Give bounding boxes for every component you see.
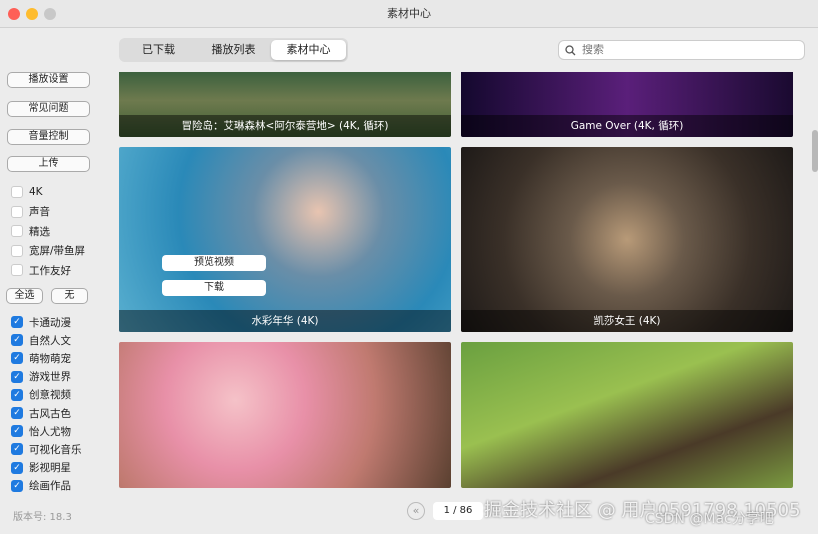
checkbox-label: 自然人文 bbox=[29, 334, 71, 347]
filter-checkbox[interactable]: 工作友好 bbox=[11, 262, 71, 278]
checkbox-label: 创意视频 bbox=[29, 389, 71, 402]
checkbox[interactable] bbox=[11, 225, 23, 237]
tab-material-center[interactable]: 素材中心 bbox=[271, 40, 346, 60]
close-button[interactable] bbox=[8, 8, 20, 20]
category-checkbox[interactable]: ✓ 卡通动漫 bbox=[11, 314, 71, 330]
checkbox-label: 绘画作品 bbox=[29, 480, 71, 493]
minimize-button[interactable] bbox=[26, 8, 38, 20]
title-bar: 素材中心 bbox=[0, 0, 818, 28]
version-label: 版本号: 18.3 bbox=[13, 512, 72, 523]
card-title: Game Over (4K, 循环) bbox=[461, 115, 793, 137]
checkbox[interactable]: ✓ bbox=[11, 443, 23, 456]
material-card[interactable]: 冒险岛：艾琳森林<阿尔泰营地> (4K, 循环) bbox=[119, 72, 451, 137]
material-card[interactable]: 凯莎女王 (4K) bbox=[461, 147, 793, 332]
checkbox[interactable] bbox=[11, 205, 23, 218]
checkbox[interactable] bbox=[11, 244, 23, 257]
filter-checkbox[interactable]: 声音 bbox=[11, 204, 50, 220]
checkbox-label: 古风古色 bbox=[29, 407, 71, 420]
search-field[interactable] bbox=[558, 40, 805, 60]
download-button[interactable]: 下载 bbox=[162, 280, 266, 296]
category-checkbox[interactable]: ✓ 可视化音乐 bbox=[11, 441, 82, 457]
category-checkbox[interactable]: ✓ 游戏世界 bbox=[11, 369, 71, 385]
checkbox[interactable]: ✓ bbox=[11, 479, 23, 492]
category-checkbox[interactable]: ✓ 怡人尤物 bbox=[11, 423, 71, 439]
filter-checkbox[interactable]: 4K bbox=[11, 184, 43, 200]
checkbox-label: 游戏世界 bbox=[29, 371, 71, 384]
volume-control-button[interactable]: 音量控制 bbox=[7, 129, 90, 145]
checkbox[interactable]: ✓ bbox=[11, 352, 23, 365]
checkbox-label: 萌物萌宠 bbox=[29, 352, 71, 365]
zoom-button[interactable] bbox=[44, 8, 56, 20]
card-title: 冒险岛：艾琳森林<阿尔泰营地> (4K, 循环) bbox=[119, 115, 451, 137]
material-grid: 冒险岛：艾琳森林<阿尔泰营地> (4K, 循环) Game Over (4K, … bbox=[105, 72, 810, 490]
checkbox[interactable]: ✓ bbox=[11, 425, 23, 438]
material-card[interactable] bbox=[119, 342, 451, 488]
checkbox-label: 宽屏/带鱼屏 bbox=[29, 245, 86, 257]
filter-checkbox[interactable]: 精选 bbox=[11, 223, 50, 239]
faq-button[interactable]: 常见问题 bbox=[7, 101, 90, 117]
category-checkbox[interactable]: ✓ 萌物萌宠 bbox=[11, 350, 71, 366]
material-card[interactable]: 预览视频 下载 水彩年华 (4K) bbox=[119, 147, 451, 332]
category-checkbox[interactable]: ✓ 创意视频 bbox=[11, 387, 71, 403]
category-checkbox[interactable]: ✓ 古风古色 bbox=[11, 405, 71, 421]
card-title: 凯莎女王 (4K) bbox=[461, 310, 793, 332]
tab-bar: 已下载 播放列表 素材中心 bbox=[119, 38, 348, 62]
checkbox-label: 怡人尤物 bbox=[29, 425, 71, 438]
checkbox-label: 声音 bbox=[29, 206, 50, 218]
scrollbar-thumb[interactable] bbox=[812, 130, 818, 172]
card-title: 水彩年华 (4K) bbox=[119, 310, 451, 332]
checkbox[interactable]: ✓ bbox=[11, 388, 23, 401]
window-title: 素材中心 bbox=[387, 7, 431, 20]
upload-button[interactable]: 上传 bbox=[7, 156, 90, 172]
playback-settings-button[interactable]: 播放设置 bbox=[7, 72, 90, 88]
checkbox-label: 4K bbox=[29, 186, 43, 198]
checkbox[interactable]: ✓ bbox=[11, 316, 23, 328]
select-none-button[interactable]: 无 bbox=[51, 288, 88, 304]
checkbox-label: 精选 bbox=[29, 225, 50, 238]
filter-checkbox[interactable]: 宽屏/带鱼屏 bbox=[11, 243, 85, 259]
checkbox[interactable] bbox=[11, 264, 23, 276]
preview-video-button[interactable]: 预览视频 bbox=[162, 255, 266, 271]
checkbox[interactable]: ✓ bbox=[11, 370, 23, 383]
scrollbar[interactable] bbox=[812, 72, 818, 490]
category-checkbox[interactable]: ✓ 自然人文 bbox=[11, 332, 71, 348]
category-checkbox[interactable]: ✓ 影视明星 bbox=[11, 460, 71, 476]
checkbox-label: 可视化音乐 bbox=[29, 443, 82, 456]
previous-page-icon[interactable]: « bbox=[407, 502, 425, 520]
watermark: CSDN @Mac分享吧 bbox=[645, 511, 774, 527]
sidebar: 播放设置 常见问题 音量控制 上传 4K 声音 精选 宽屏/带鱼屏 工作友好 全选 无 … bbox=[0, 62, 105, 534]
page-indicator[interactable]: 1 / 86 bbox=[433, 502, 483, 520]
checkbox[interactable] bbox=[11, 186, 23, 198]
material-card[interactable]: Game Over (4K, 循环) bbox=[461, 72, 793, 137]
tab-playlist[interactable]: 播放列表 bbox=[196, 40, 271, 60]
pagination: « 1 / 86 bbox=[407, 502, 483, 520]
select-all-button[interactable]: 全选 bbox=[6, 288, 43, 304]
checkbox-label: 工作友好 bbox=[29, 264, 71, 277]
checkbox[interactable]: ✓ bbox=[11, 334, 23, 347]
search-icon bbox=[565, 44, 576, 55]
checkbox-label: 影视明星 bbox=[29, 462, 71, 475]
tab-downloaded[interactable]: 已下载 bbox=[121, 40, 196, 60]
material-card[interactable] bbox=[461, 342, 793, 488]
checkbox-label: 卡通动漫 bbox=[29, 316, 71, 329]
checkbox[interactable]: ✓ bbox=[11, 407, 23, 419]
checkbox[interactable]: ✓ bbox=[11, 461, 23, 474]
category-checkbox[interactable]: ✓ 绘画作品 bbox=[11, 478, 71, 494]
search-input[interactable] bbox=[582, 44, 782, 56]
